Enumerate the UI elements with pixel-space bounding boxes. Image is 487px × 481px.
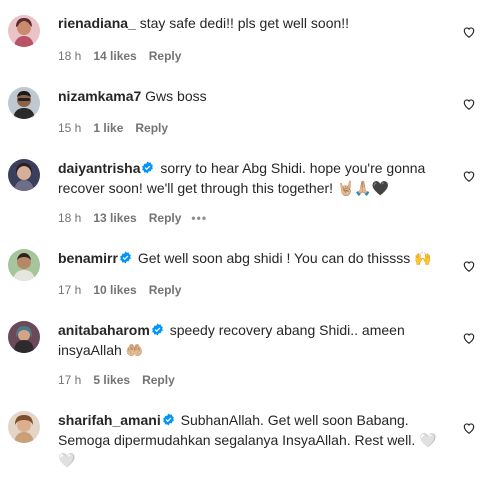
heart-icon[interactable] bbox=[462, 331, 476, 345]
comment-time[interactable]: 18 h bbox=[58, 211, 81, 225]
comment-text: stay safe dedi!! pls get well soon!! bbox=[139, 15, 350, 31]
comment-username[interactable]: sharifah_amani bbox=[58, 412, 161, 428]
comment-meta: 18 h 13 likes Reply ••• bbox=[58, 211, 207, 225]
comment-time[interactable]: 17 h bbox=[58, 283, 81, 297]
reply-button[interactable]: Reply bbox=[149, 283, 182, 297]
comment-username[interactable]: benamirr bbox=[58, 250, 118, 266]
reply-button[interactable]: Reply bbox=[149, 211, 182, 225]
comment-meta: 17 h 10 likes Reply bbox=[58, 283, 181, 297]
comment-text-block: anitabaharom speedy recovery abang Shidi… bbox=[58, 320, 453, 360]
avatar[interactable] bbox=[8, 87, 40, 119]
verified-badge-icon bbox=[151, 323, 164, 336]
heart-icon[interactable] bbox=[462, 169, 476, 183]
comment-meta: 15 h 1 like Reply bbox=[58, 121, 168, 135]
comment-time[interactable]: 17 h bbox=[58, 373, 81, 387]
avatar[interactable] bbox=[8, 249, 40, 281]
comment-likes[interactable]: 5 likes bbox=[93, 373, 130, 387]
comment-username[interactable]: anitabaharom bbox=[58, 322, 150, 338]
comment-meta: 18 h 14 likes Reply bbox=[58, 49, 181, 63]
verified-badge-icon bbox=[162, 413, 175, 426]
comment-text-block: daiyantrisha sorry to hear Abg Shidi. ho… bbox=[58, 158, 453, 198]
comment-time[interactable]: 18 h bbox=[58, 49, 81, 63]
comment-likes[interactable]: 10 likes bbox=[93, 283, 136, 297]
more-options-icon[interactable]: ••• bbox=[191, 211, 207, 225]
verified-badge-icon bbox=[141, 161, 154, 174]
comment-likes[interactable]: 1 like bbox=[93, 121, 123, 135]
heart-icon[interactable] bbox=[462, 25, 476, 39]
comment-username[interactable]: nizamkama7 bbox=[58, 88, 141, 104]
avatar[interactable] bbox=[8, 411, 40, 443]
heart-icon[interactable] bbox=[462, 97, 476, 111]
comment-meta: 17 h 5 likes Reply bbox=[58, 373, 175, 387]
comment-likes[interactable]: 14 likes bbox=[93, 49, 136, 63]
reply-button[interactable]: Reply bbox=[149, 49, 182, 63]
comment-username[interactable]: daiyantrisha bbox=[58, 160, 140, 176]
avatar[interactable] bbox=[8, 15, 40, 47]
reply-button[interactable]: Reply bbox=[142, 373, 175, 387]
comment-text-block: benamirr Get well soon abg shidi ! You c… bbox=[58, 248, 453, 268]
avatar[interactable] bbox=[8, 159, 40, 191]
comment-text-block: sharifah_amani SubhanAllah. Get well soo… bbox=[58, 410, 453, 470]
comment-text-block: nizamkama7 Gws boss bbox=[58, 86, 453, 106]
verified-badge-icon bbox=[119, 251, 132, 264]
avatar[interactable] bbox=[8, 321, 40, 353]
comment-time[interactable]: 15 h bbox=[58, 121, 81, 135]
heart-icon[interactable] bbox=[462, 259, 476, 273]
reply-button[interactable]: Reply bbox=[135, 121, 168, 135]
comment-text-block: rienadiana_ stay safe dedi!! pls get wel… bbox=[58, 13, 453, 33]
comment-text: Get well soon abg shidi ! You can do thi… bbox=[137, 250, 432, 266]
heart-icon[interactable] bbox=[462, 421, 476, 435]
comment-username[interactable]: rienadiana_ bbox=[58, 15, 136, 31]
comment-likes[interactable]: 13 likes bbox=[93, 211, 136, 225]
comment-text: Gws boss bbox=[145, 88, 207, 104]
